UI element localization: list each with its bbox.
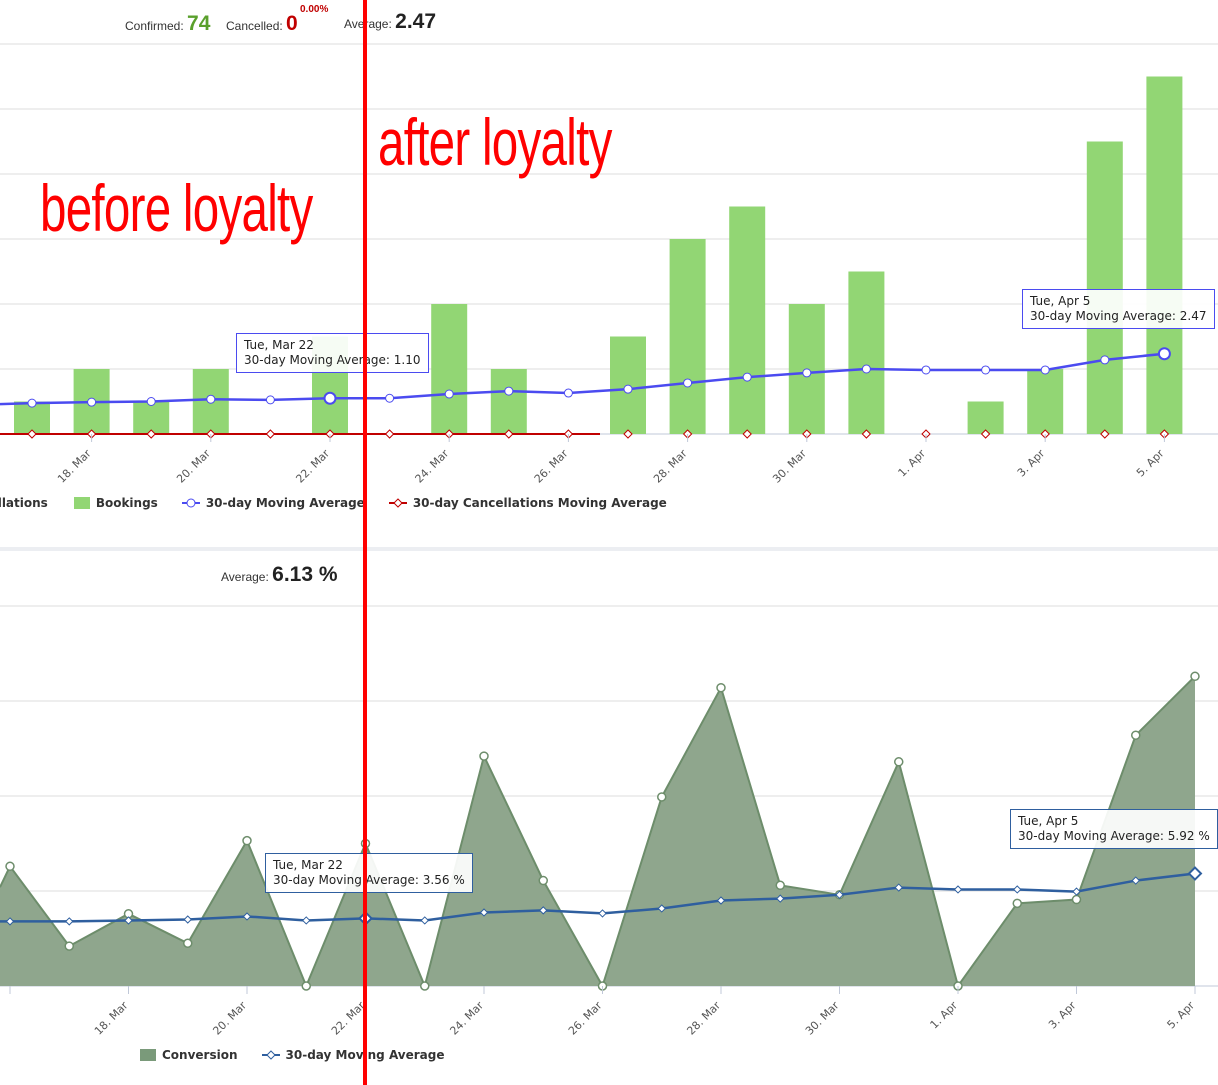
chart-separator	[0, 547, 1218, 551]
conversion-average-point	[302, 916, 311, 925]
moving-average-point	[323, 391, 337, 405]
bookings-bar	[967, 401, 1004, 434]
moving-average-point	[981, 365, 991, 375]
moving-average-point	[265, 395, 275, 405]
conversion-point	[64, 941, 74, 951]
legend-cancellations[interactable]: Cancellations	[0, 496, 48, 510]
moving-average-point	[683, 378, 693, 388]
cancel-average-point	[384, 429, 395, 439]
conversion-average-point	[953, 885, 963, 894]
bottom-x-tick-label: 28. Mar	[684, 999, 723, 1038]
bookings-bar	[1146, 76, 1183, 434]
loyalty-start-marker-line	[363, 0, 367, 1085]
moving-average-point	[861, 364, 871, 374]
bookings-bar	[1027, 369, 1064, 434]
conversion-point	[242, 835, 252, 846]
top-x-tick-label: 30. Mar	[770, 447, 809, 486]
conversion-point	[479, 751, 489, 761]
bookings-bar	[729, 206, 766, 434]
before-loyalty-annotation: before loyalty	[40, 171, 313, 245]
moving-average-point	[504, 386, 514, 396]
moving-average-point	[87, 397, 97, 407]
bottom-x-tick-label: 26. Mar	[566, 999, 605, 1038]
conversion-point	[1131, 730, 1141, 740]
conversion-point	[716, 682, 726, 693]
bottom-x-tick-label: 20. Mar	[210, 999, 249, 1038]
top-x-tick-label: 3. Apr	[1015, 447, 1048, 480]
conversion-average-point	[1013, 885, 1022, 894]
conversion-average-point	[598, 909, 607, 918]
moving-average-line-start	[0, 401, 33, 406]
bookings-bar	[490, 369, 527, 434]
bookings-swatch	[73, 497, 90, 509]
bottom-x-tick-label: 30. Mar	[803, 999, 842, 1038]
moving-average-point	[623, 384, 633, 394]
bottom-x-tick-label: 5. Apr	[1165, 999, 1198, 1032]
conversion-point	[775, 880, 785, 891]
moving-average-point	[1157, 347, 1171, 361]
conversion-swatch	[140, 1049, 156, 1061]
moving-average-point	[206, 394, 216, 404]
bottom-x-tick-label: 3. Apr	[1046, 999, 1079, 1032]
tooltip-top-mar22: Tue, Mar 22 30-day Moving Average: 1.10	[236, 333, 429, 373]
top-x-tick-label: 1. Apr	[896, 447, 929, 480]
top-x-tick-label: 20. Mar	[174, 447, 213, 486]
cancel-average-legend-icon	[388, 498, 407, 508]
top-x-tick-label: 22. Mar	[293, 447, 332, 486]
bottom-legend: Conversion 30-day Moving Average	[140, 1048, 445, 1062]
top-x-tick-label: 5. Apr	[1134, 447, 1167, 480]
conversion-point	[1012, 898, 1022, 909]
moving-average-point	[742, 372, 752, 382]
after-loyalty-annotation: after loyalty	[378, 105, 612, 179]
conversion-average-legend-icon	[261, 1050, 280, 1060]
legend-cancellations-moving-average[interactable]: 30-day Cancellations Moving Average	[413, 496, 667, 510]
conversion-average-point	[65, 917, 74, 926]
conversion-point	[183, 938, 193, 948]
cancel-average-point	[265, 429, 276, 439]
conversion-point	[5, 861, 15, 872]
bookings-bar	[848, 271, 885, 434]
top-legend: Cancellations Bookings 30-day Moving Ave…	[0, 496, 667, 510]
moving-average-point	[1100, 355, 1110, 365]
bottom-x-tick-label: 18. Mar	[92, 999, 131, 1038]
moving-average-point	[1040, 365, 1050, 375]
bookings-bar	[1086, 141, 1123, 434]
conversion-point	[420, 981, 430, 991]
conversion-point	[1071, 894, 1082, 905]
bottom-x-tick-label: 24. Mar	[447, 999, 486, 1038]
bookings-bar	[431, 304, 468, 434]
bookings-bar	[669, 239, 706, 434]
tooltip-top-apr5: Tue, Apr 5 30-day Moving Average: 2.47	[1022, 289, 1215, 329]
conversion-point	[657, 792, 667, 802]
moving-average-point	[563, 388, 573, 398]
conversion-point	[301, 981, 311, 991]
legend-bookings[interactable]: Bookings	[96, 496, 158, 510]
conversion-point	[894, 757, 904, 767]
legend-moving-average[interactable]: 30-day Moving Average	[206, 496, 365, 510]
bottom-x-tick-label: 1. Apr	[928, 999, 961, 1032]
moving-average-point	[146, 397, 156, 406]
moving-average-legend-icon	[181, 498, 200, 508]
moving-average-point	[385, 393, 395, 403]
top-x-tick-label: 24. Mar	[413, 447, 452, 486]
conversion-point	[538, 875, 548, 886]
moving-average-point	[444, 389, 454, 399]
moving-average-point	[802, 368, 812, 378]
bookings-bar	[133, 401, 170, 434]
top-x-tick-label: 18. Mar	[55, 447, 94, 486]
legend-conversion[interactable]: Conversion	[162, 1048, 238, 1062]
moving-average-point	[921, 365, 931, 375]
conversion-average-point	[183, 915, 192, 924]
conversion-point	[1190, 671, 1200, 682]
top-x-tick-label: 26. Mar	[532, 447, 571, 486]
tooltip-bottom-mar22: Tue, Mar 22 30-day Moving Average: 3.56 %	[265, 853, 473, 893]
tooltip-bottom-apr5: Tue, Apr 5 30-day Moving Average: 5.92 %	[1010, 809, 1218, 849]
moving-average-point	[27, 398, 37, 408]
top-x-tick-label: 28. Mar	[651, 447, 690, 486]
conversion-average-point	[420, 916, 429, 925]
